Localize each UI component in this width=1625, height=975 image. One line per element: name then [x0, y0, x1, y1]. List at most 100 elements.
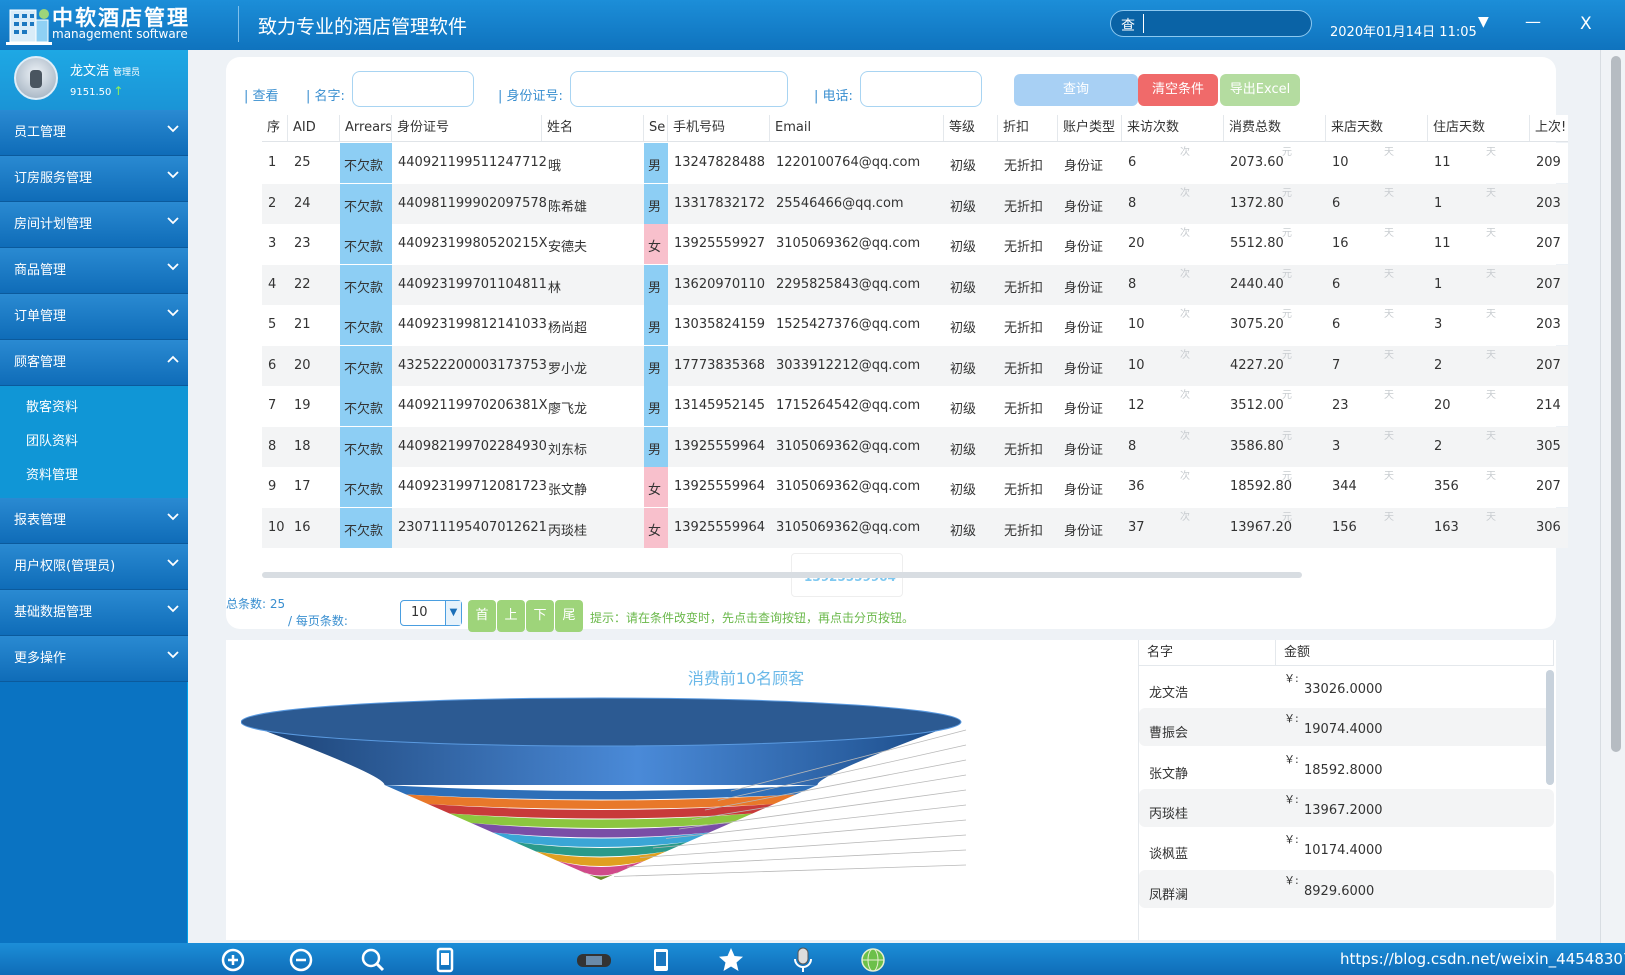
sidebar-item[interactable]: 房间计划管理 [0, 202, 188, 248]
zoom-in-icon[interactable] [220, 947, 246, 973]
table-row[interactable]: 1 25 不欠款 440921199511247712 哦 男 13247828488 122… [262, 143, 1568, 183]
table-row[interactable]: 9 17 不欠款 440923199712081723 张文静 女 13925559964 3… [262, 467, 1568, 507]
search-input[interactable] [1143, 14, 1293, 33]
table-row[interactable]: 7 19 不欠款 44092119970206381X 廖飞龙 男 13145952145 1… [262, 386, 1568, 426]
list-item[interactable]: 龙文浩 ￥: 33026.0000 [1139, 668, 1554, 706]
table-row[interactable]: 6 20 不欠款 432522200003173753 罗小龙 男 17773835368 3… [262, 345, 1568, 386]
column-header[interactable]: Email [770, 115, 944, 141]
globe-icon[interactable] [860, 947, 886, 973]
chevron-down-icon[interactable] [166, 602, 180, 616]
sidebar-subitem[interactable]: 团队资料 [0, 425, 188, 459]
column-header[interactable]: 姓名 [542, 115, 644, 141]
chevron-down-icon[interactable] [166, 168, 180, 182]
sidebar-subitem[interactable]: 散客资料 [0, 391, 188, 425]
ranking-name-header[interactable]: 名字 [1139, 640, 1276, 666]
chevron-down-icon[interactable] [166, 214, 180, 228]
chevron-down-icon[interactable] [166, 556, 180, 570]
chevron-down-icon[interactable] [166, 648, 180, 662]
column-header[interactable]: 来访次数 [1122, 115, 1224, 141]
column-header[interactable]: 住店天数 [1428, 115, 1530, 141]
sidebar-item[interactable]: 报表管理 [0, 498, 188, 544]
chevron-down-icon[interactable]: ▼ [445, 601, 461, 625]
sidebar-item[interactable]: 订单管理 [0, 294, 188, 340]
sidebar-item[interactable]: 订房服务管理 [0, 156, 188, 202]
phone-input[interactable] [860, 71, 982, 107]
dropdown-icon[interactable]: ▼ [1478, 14, 1489, 30]
minimize-button[interactable]: — [1525, 12, 1541, 31]
cell-visits: 8 [1128, 438, 1137, 454]
tablet-icon[interactable] [648, 947, 674, 973]
list-item[interactable]: 凤群澜 ￥: 8929.6000 [1139, 869, 1554, 908]
list-item[interactable]: 曹振会 ￥: 19074.4000 [1139, 708, 1554, 747]
top-customers-section: 消费前10名顾客 名字 金额 龙文浩 ￥: 33026.0000 曹振会 ￥: 19074.4… [226, 640, 1556, 940]
column-header[interactable]: 来店天数 [1326, 115, 1428, 141]
sidebar-item[interactable]: 顾客管理 [0, 340, 188, 386]
cell-stay-days: 356 [1434, 479, 1459, 494]
sidebar-item[interactable]: 用户权限(管理员) [0, 544, 188, 590]
sidebar-item[interactable]: 商品管理 [0, 248, 188, 294]
column-header[interactable]: 手机号码 [668, 115, 770, 141]
column-header[interactable]: 账户类型 [1058, 115, 1122, 141]
ranking-name: 谈枫蓝 [1149, 847, 1189, 863]
column-header[interactable]: AID [288, 115, 340, 141]
export-excel-button[interactable]: 导出Excel [1220, 74, 1300, 106]
view-link[interactable]: | 查看 [244, 85, 279, 104]
table-row[interactable]: 5 21 不欠款 440923199812141033 杨尚超 男 13035824159 1… [262, 305, 1568, 345]
next-page-button[interactable]: 下 [526, 600, 554, 632]
table-row[interactable]: 2 24 不欠款 440981199902097578 陈希雄 男 13317832172 2… [262, 183, 1568, 224]
chevron-down-icon[interactable] [166, 122, 180, 136]
cell-idcard: 44092119970206381X [398, 398, 548, 413]
chevron-down-icon[interactable] [166, 260, 180, 274]
last-page-button[interactable]: 尾 [555, 600, 583, 632]
unit-label: 元 [1282, 511, 1292, 523]
star-icon[interactable] [718, 947, 744, 973]
zoom-out-icon[interactable] [288, 947, 314, 973]
table-row[interactable]: 8 18 不欠款 440982199702284930 刘东标 男 13925559964 3… [262, 426, 1568, 467]
list-item[interactable]: 丙琰桂 ￥: 13967.2000 [1139, 788, 1554, 827]
avatar[interactable] [14, 56, 58, 100]
list-item[interactable]: 谈枫蓝 ￥: 10174.4000 [1139, 829, 1554, 868]
microphone-icon[interactable] [790, 947, 816, 973]
cell-visit-days: 16 [1332, 236, 1349, 251]
column-header[interactable]: 身份证号 [392, 115, 542, 141]
table-row[interactable]: 4 22 不欠款 440923199701104811 林 男 13620970110 229… [262, 264, 1568, 305]
page-scrollbar-thumb[interactable] [1611, 56, 1621, 752]
sidebar-item[interactable]: 更多操作 [0, 636, 188, 682]
column-header[interactable]: 等级 [944, 115, 998, 141]
sidebar-item[interactable]: 员工管理 [0, 110, 188, 156]
idcard-input[interactable] [570, 71, 788, 107]
table-row[interactable]: 3 23 不欠款 44092319980520215X 安德夫 女 13925559927 3… [262, 224, 1568, 264]
trend-up-icon: ↑ [113, 84, 124, 98]
list-item[interactable]: 张文静 ￥: 18592.8000 [1139, 748, 1554, 787]
sidebar-subitem[interactable]: 资料管理 [0, 459, 188, 493]
phone-icon[interactable] [432, 947, 458, 973]
column-header[interactable]: 折扣 [998, 115, 1058, 141]
column-header[interactable]: 序 [262, 115, 288, 141]
column-header[interactable]: 消费总数 [1224, 115, 1326, 141]
first-page-button[interactable]: 首 [468, 600, 496, 632]
clear-conditions-button[interactable]: 清空条件 [1138, 74, 1218, 106]
cell-account: 身份证 [1064, 483, 1104, 498]
table-row[interactable]: 10 16 不欠款 230711195407012621 丙琰桂 女 13925559964… [262, 507, 1568, 548]
column-header[interactable]: 上次! [1530, 115, 1568, 141]
search-button[interactable]: 查 [1121, 15, 1135, 35]
cell-last: 207 [1536, 479, 1561, 494]
ranking-amount-header[interactable]: 金额 [1276, 640, 1554, 666]
ranking-scrollbar[interactable] [1546, 670, 1554, 785]
watermark-url: https://blog.csdn.net/weixin_44548307 [1340, 950, 1625, 968]
chevron-down-icon[interactable] [166, 306, 180, 320]
name-input[interactable] [352, 71, 474, 107]
prev-page-button[interactable]: 上 [497, 600, 525, 632]
column-header[interactable]: Arrears [340, 115, 392, 141]
sidebar-item[interactable]: 基础数据管理 [0, 590, 188, 636]
column-header[interactable]: Se [644, 115, 668, 141]
search-icon[interactable] [360, 947, 386, 973]
close-button[interactable]: X [1580, 14, 1592, 34]
psp-icon[interactable] [576, 947, 612, 973]
page-size-select[interactable]: 10 ▼ [400, 600, 462, 626]
query-button[interactable]: 查询 [1014, 74, 1138, 106]
chevron-down-icon[interactable] [166, 510, 180, 524]
horizontal-scrollbar[interactable] [262, 572, 1302, 578]
chevron-up-icon[interactable] [166, 352, 180, 366]
cell-level: 初级 [950, 280, 977, 296]
